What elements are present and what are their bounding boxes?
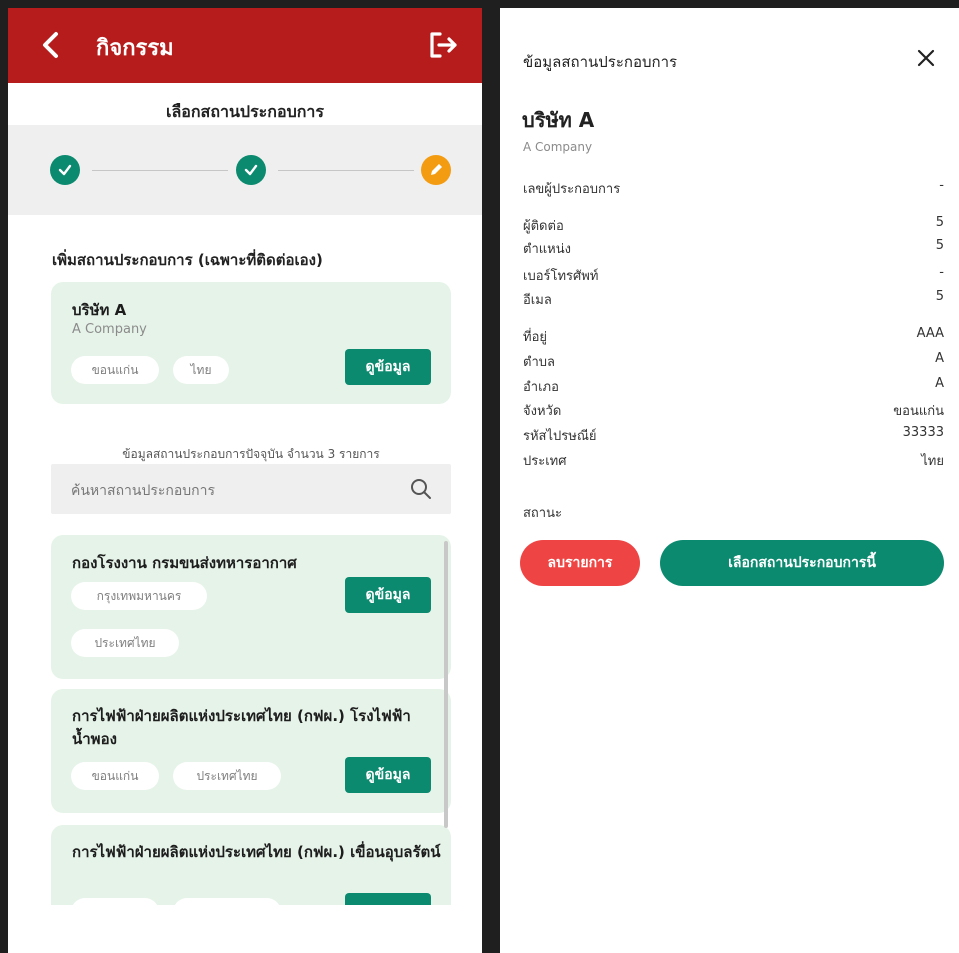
search-icon[interactable] [409, 477, 433, 501]
company-name: บริษัท A [72, 301, 127, 319]
info-label: ที่อยู่ [523, 330, 547, 345]
info-label: ประเทศ [523, 454, 567, 469]
view-info-button[interactable]: ดูข้อมูล [345, 349, 431, 385]
step-3-pencil-icon [421, 155, 451, 185]
info-label: เลขผู้ประกอบการ [523, 182, 621, 197]
own-company-card: บริษัท A A Company ขอนแก่น ไทย ดูข้อมูล [51, 282, 451, 404]
info-row-subdistrict: ตำบล A [523, 351, 944, 371]
chip-country [173, 898, 281, 905]
stepper-title: เลือกสถานประกอบการ [165, 102, 324, 121]
stepper [8, 125, 482, 215]
info-row-country: ประเทศ ไทย [523, 450, 944, 470]
info-label: อีเมล [523, 293, 552, 308]
chip-province [71, 898, 159, 905]
info-row-postcode: รหัสไปรษณีย์ 33333 [523, 425, 944, 445]
page-title: กิจกรรม [96, 36, 174, 61]
step-connector [92, 170, 228, 171]
list-scrollbar[interactable] [444, 541, 448, 828]
info-value: ขอนแก่น [893, 404, 944, 419]
info-value: AAA [916, 326, 944, 341]
detail-title: ข้อมูลสถานประกอบการ [523, 53, 678, 71]
detail-company-name: บริษัท A [522, 108, 595, 132]
chip-country: ไทย [173, 356, 229, 384]
info-row-email: อีเมล 5 [523, 289, 944, 309]
info-label: จังหวัด [523, 404, 562, 419]
company-name-en: A Company [72, 322, 147, 337]
info-row-operator-id: เลขผู้ประกอบการ - [523, 178, 944, 198]
left-frame: กิจกรรม เลือกสถานประกอบการ เพิ่มสถานประก… [0, 0, 490, 953]
step-1-check-icon [50, 155, 80, 185]
activity-screen: กิจกรรม เลือกสถานประกอบการ เพิ่มสถานประก… [8, 8, 482, 953]
search-placeholder: ค้นหาสถานประกอบการ [71, 483, 216, 499]
company-list[interactable]: กองโรงงาน กรมขนส่งทหารอากาศ กรุงเทพมหานค… [8, 530, 482, 905]
info-row-position: ตำแหน่ง 5 [523, 238, 944, 258]
info-row-province: จังหวัด ขอนแก่น [523, 400, 944, 420]
chip-country: ประเทศไทย [173, 762, 281, 790]
count-text: ข้อมูลสถานประกอบการปัจจุบัน จำนวน 3 รายก… [122, 447, 380, 461]
info-value: A [935, 376, 944, 391]
chevron-left-icon[interactable] [36, 28, 66, 62]
list-item: การไฟฟ้าฝ่ายผลิตแห่งประเทศไทย (กฟผ.) เขื… [51, 825, 451, 905]
info-label: เบอร์โทรศัพท์ [523, 269, 599, 284]
info-row-district: อำเภอ A [523, 376, 944, 396]
list-item-title: การไฟฟ้าฝ่ายผลิตแห่งประเทศไทย (กฟผ.) เขื… [72, 843, 441, 861]
info-label: รหัสไปรษณีย์ [523, 429, 597, 444]
list-item-title: การไฟฟ้าฝ่ายผลิตแห่งประเทศไทย (กฟผ.) โรง… [72, 707, 411, 748]
chip-province: กรุงเทพมหานคร [71, 582, 207, 610]
list-item: กองโรงงาน กรมขนส่งทหารอากาศ กรุงเทพมหานค… [51, 535, 451, 679]
info-value: ไทย [921, 454, 944, 469]
panel-divider [490, 0, 500, 953]
info-label: ผู้ติดต่อ [523, 219, 564, 234]
search-input[interactable]: ค้นหาสถานประกอบการ [51, 464, 451, 514]
step-connector [278, 170, 414, 171]
view-info-button[interactable]: ดูข้อมูล [345, 577, 431, 613]
info-label: อำเภอ [523, 380, 559, 395]
detail-panel: ข้อมูลสถานประกอบการ บริษัท A A Company เ… [500, 0, 959, 953]
info-value: A [935, 351, 944, 366]
info-label: ตำแหน่ง [523, 242, 571, 257]
chip-country: ประเทศไทย [71, 629, 179, 657]
chip-province: ขอนแก่น [71, 762, 159, 790]
info-label: ตำบล [523, 355, 555, 370]
info-row-phone: เบอร์โทรศัพท์ - [523, 265, 944, 285]
select-company-button[interactable]: เลือกสถานประกอบการนี้ [660, 540, 944, 586]
close-icon[interactable] [912, 44, 940, 72]
list-item-title: กองโรงงาน กรมขนส่งทหารอากาศ [72, 554, 297, 572]
logout-icon[interactable] [428, 30, 460, 60]
info-value: 5 [935, 215, 944, 230]
app-header: กิจกรรม [8, 8, 482, 83]
list-item: การไฟฟ้าฝ่ายผลิตแห่งประเทศไทย (กฟผ.) โรง… [51, 689, 451, 813]
chip-province: ขอนแก่น [71, 356, 159, 384]
view-info-button[interactable] [345, 893, 431, 905]
info-value: 33333 [902, 425, 944, 440]
info-value: 5 [935, 238, 944, 253]
info-value: 5 [935, 289, 944, 304]
info-value: - [939, 178, 944, 193]
step-2-check-icon [236, 155, 266, 185]
info-value: - [939, 265, 944, 280]
status-label: สถานะ [523, 506, 562, 521]
info-row-address: ที่อยู่ AAA [523, 326, 944, 346]
own-section-heading: เพิ่มสถานประกอบการ (เฉพาะที่ติดต่อเอง) [52, 251, 323, 269]
detail-company-name-en: A Company [523, 140, 593, 154]
info-row-contact: ผู้ติดต่อ 5 [523, 215, 944, 235]
delete-button[interactable]: ลบรายการ [520, 540, 640, 586]
view-info-button[interactable]: ดูข้อมูล [345, 757, 431, 793]
